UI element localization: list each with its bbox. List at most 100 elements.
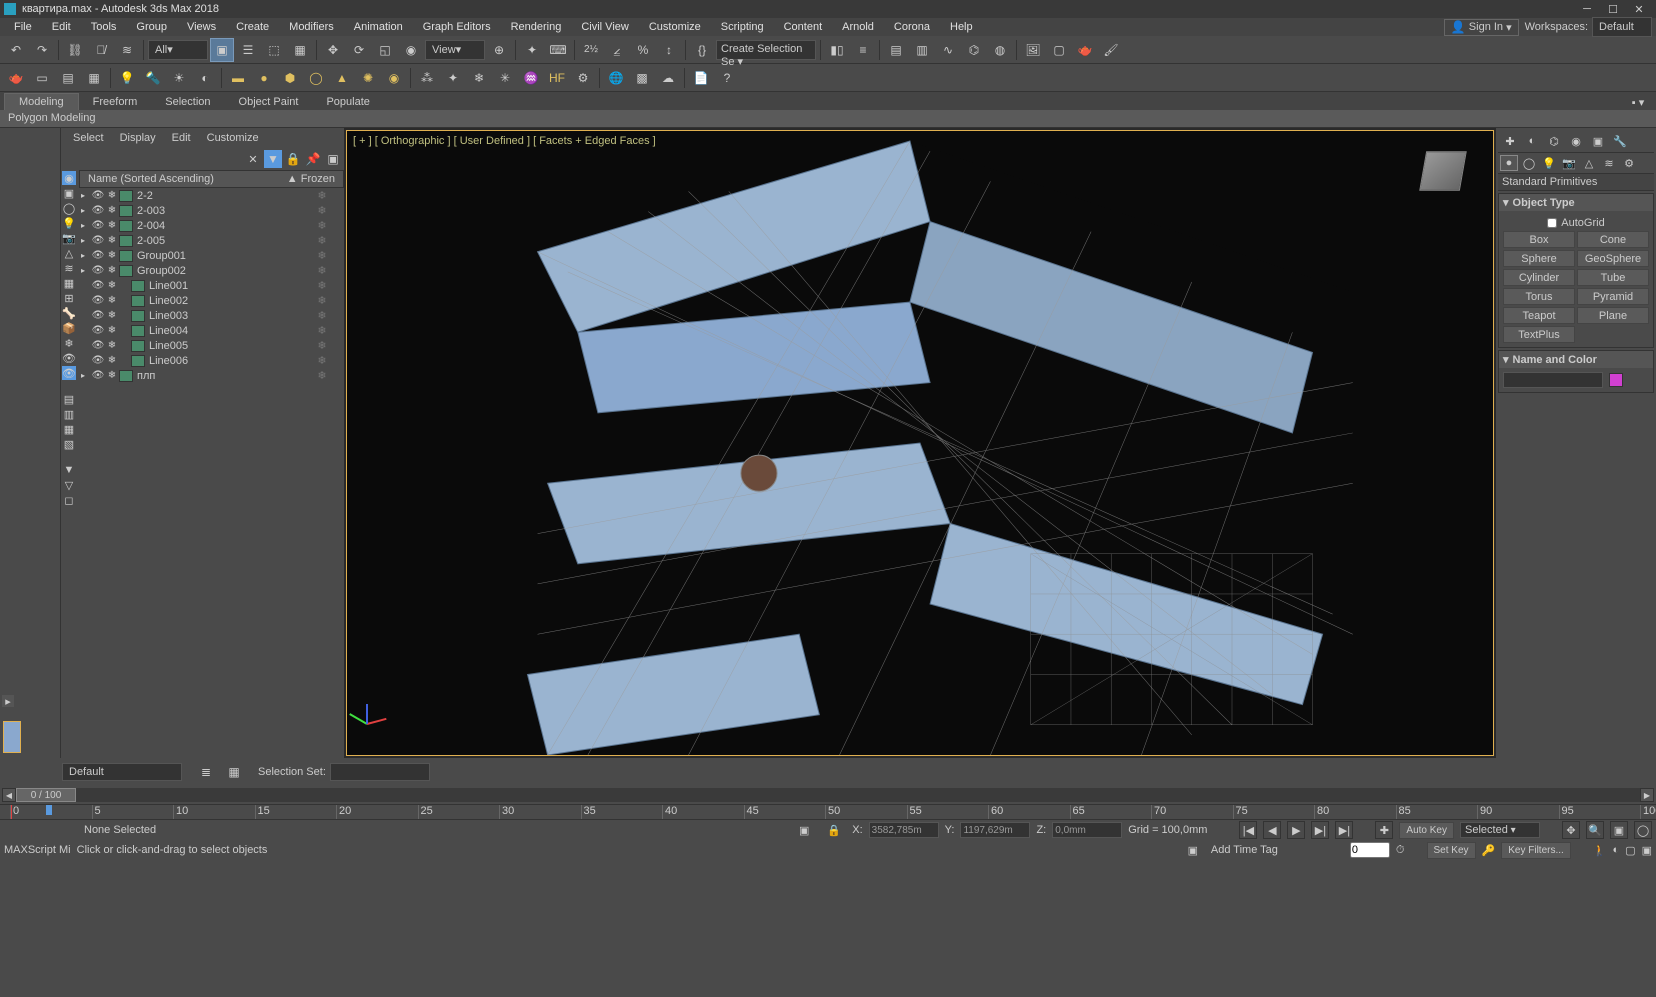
se-filter-geometry[interactable]: ▣ xyxy=(62,186,76,200)
cp-shapes-cat[interactable]: ◯ xyxy=(1520,155,1538,171)
scene-explorer-list[interactable]: ▸👁❄2-2❄▸👁❄2-003❄▸👁❄2-004❄▸👁❄2-005❄▸👁❄Gro… xyxy=(79,188,344,758)
goto-start-button[interactable]: |◀ xyxy=(1239,821,1257,839)
layer-props-button[interactable]: ▦ xyxy=(222,760,246,784)
freeze-icon[interactable]: ❄ xyxy=(105,355,119,367)
scene-explorer-row[interactable]: 👁❄Line003❄ xyxy=(79,308,344,323)
close-button[interactable]: ✕ xyxy=(1626,2,1652,16)
se-filter-button[interactable]: ▼ xyxy=(264,150,282,168)
scene-explorer-row[interactable]: ▸👁❄2-004❄ xyxy=(79,218,344,233)
rendered-frame-button[interactable]: ▢ xyxy=(1047,38,1071,62)
se-display-1[interactable]: ▤ xyxy=(62,392,76,406)
menu-edit[interactable]: Edit xyxy=(42,19,81,35)
freeze-icon[interactable]: ❄ xyxy=(105,265,119,277)
keyboard-toggle-button[interactable]: ⌨ xyxy=(546,38,570,62)
se-menu-customize[interactable]: Customize xyxy=(199,130,267,146)
spinner-snap-button[interactable]: ↕ xyxy=(657,38,681,62)
minimize-button[interactable]: ─ xyxy=(1574,2,1600,16)
menu-graph-editors[interactable]: Graph Editors xyxy=(413,19,501,35)
primitive-cone-button[interactable]: Cone xyxy=(1577,231,1649,248)
se-menu-display[interactable]: Display xyxy=(112,130,164,146)
script-button[interactable]: 📄 xyxy=(689,66,713,90)
panel3-button[interactable]: ▦ xyxy=(82,66,106,90)
time-tag-button[interactable]: ▣ xyxy=(1181,838,1205,862)
window-crossing-button[interactable]: ▦ xyxy=(288,38,312,62)
maximize-button[interactable]: ☐ xyxy=(1600,2,1626,16)
nav-zoomext-button[interactable]: ▣ xyxy=(1610,821,1628,839)
direct-light-button[interactable]: ◐ xyxy=(193,66,217,90)
se-display-2[interactable]: ▥ xyxy=(62,407,76,421)
rollout-object-type-header[interactable]: ▾ Object Type xyxy=(1499,194,1653,211)
cp-display-set[interactable]: ▣ xyxy=(1588,132,1608,150)
panel2-button[interactable]: ▤ xyxy=(56,66,80,90)
nav-zoom-button[interactable]: 🔍 xyxy=(1586,821,1604,839)
cp-lights-cat[interactable]: 💡 xyxy=(1540,155,1558,171)
expand-icon[interactable]: ▸ xyxy=(81,221,91,230)
mini-expand-button[interactable]: ▸ xyxy=(2,695,14,707)
time-slider-handle[interactable]: 0 / 100 xyxy=(16,788,76,802)
render-button[interactable]: 🫖 xyxy=(1073,38,1097,62)
se-filter-xrefs[interactable]: ⊞ xyxy=(62,291,76,305)
workspace-dropdown[interactable]: Default xyxy=(1592,17,1652,37)
autokey-button[interactable]: Auto Key xyxy=(1399,822,1454,839)
object-name-input[interactable] xyxy=(1503,372,1603,388)
cp-motion-set[interactable]: ◉ xyxy=(1566,132,1586,150)
prev-frame-button[interactable]: ◀ xyxy=(1263,821,1281,839)
use-pivot-button[interactable]: ⊕ xyxy=(487,38,511,62)
primitive-cylinder-button[interactable]: Cylinder xyxy=(1503,269,1575,286)
scene-explorer-row[interactable]: ▸👁❄2-2❄ xyxy=(79,188,344,203)
isolate-button[interactable]: ▣ xyxy=(792,818,816,842)
viewcube[interactable] xyxy=(1413,141,1473,201)
visibility-icon[interactable]: 👁 xyxy=(91,370,105,382)
se-filter-spacewarps[interactable]: ≋ xyxy=(62,261,76,275)
select-region-button[interactable]: ⬚ xyxy=(262,38,286,62)
se-col-name[interactable]: Name (Sorted Ascending) xyxy=(84,173,283,185)
cp-systems-cat[interactable]: ⚙ xyxy=(1620,155,1638,171)
scene-explorer-row[interactable]: 👁❄Line004❄ xyxy=(79,323,344,338)
placement-button[interactable]: ◉ xyxy=(399,38,423,62)
sky-button[interactable]: ☁ xyxy=(656,66,680,90)
nav-max-button[interactable]: ▢ xyxy=(1625,844,1635,857)
time-config-button[interactable]: ⏱ xyxy=(1396,844,1405,857)
key-target-dropdown[interactable]: Selected ▾ xyxy=(1460,822,1540,838)
rotate-button[interactable]: ⟳ xyxy=(347,38,371,62)
portal-button[interactable]: ▩ xyxy=(630,66,654,90)
cp-subcategory-dropdown[interactable]: Standard Primitives xyxy=(1498,174,1654,191)
primitive-textplus-button[interactable]: TextPlus xyxy=(1503,326,1575,343)
scene-explorer-row[interactable]: ▸👁❄плп❄ xyxy=(79,368,344,383)
autogrid-checkbox[interactable] xyxy=(1547,218,1557,228)
help-button[interactable]: ? xyxy=(715,66,739,90)
se-filter-shapes[interactable]: ◯ xyxy=(62,201,76,215)
ribbon-tab-freeform[interactable]: Freeform xyxy=(79,94,152,110)
freeze-icon[interactable]: ❄ xyxy=(105,220,119,232)
mirror-button[interactable]: ▮▯ xyxy=(825,38,849,62)
viewport[interactable]: [ + ] [ Orthographic ] [ User Defined ] … xyxy=(346,130,1494,756)
nav-pan-button[interactable]: ✥ xyxy=(1562,821,1580,839)
box-prim-button[interactable]: ▬ xyxy=(226,66,250,90)
freeze-icon[interactable]: ❄ xyxy=(105,250,119,262)
nav-fov-button[interactable]: ◐ xyxy=(1613,844,1620,856)
percent-snap-button[interactable]: % xyxy=(631,38,655,62)
gear-prim-button[interactable]: ⚙ xyxy=(571,66,595,90)
setkey-key-button[interactable]: 🔑 xyxy=(1482,844,1496,857)
visibility-icon[interactable]: 👁 xyxy=(91,355,105,367)
ribbon-tab-selection[interactable]: Selection xyxy=(151,94,224,110)
primitive-pyramid-button[interactable]: Pyramid xyxy=(1577,288,1649,305)
light-bulb-button[interactable]: 💡 xyxy=(115,66,139,90)
spot-light-button[interactable]: 🔦 xyxy=(141,66,165,90)
primitive-box-button[interactable]: Box xyxy=(1503,231,1575,248)
time-prev-button[interactable]: ◀ xyxy=(2,788,16,802)
angle-snap-button[interactable]: ⦤ xyxy=(605,38,629,62)
primitive-tube-button[interactable]: Tube xyxy=(1577,269,1649,286)
undo-button[interactable]: ↶ xyxy=(4,38,28,62)
se-lock-button[interactable]: 🔒 xyxy=(284,150,302,168)
cp-geometry-cat[interactable]: ● xyxy=(1500,155,1518,171)
se-filter-eye[interactable]: 👁 xyxy=(62,366,76,380)
menu-customize[interactable]: Customize xyxy=(639,19,711,35)
time-slider[interactable]: ◀ 0 / 100 ▶ xyxy=(0,786,1656,804)
sign-in-button[interactable]: 👤 Sign In ▾ xyxy=(1444,19,1519,36)
maxscript-listener[interactable]: MAXScript Mi xyxy=(4,844,71,856)
scene-explorer-row[interactable]: ▸👁❄2-005❄ xyxy=(79,233,344,248)
se-pin-button[interactable]: 📌 xyxy=(304,150,322,168)
sphere-prim-button[interactable]: ● xyxy=(252,66,276,90)
visibility-icon[interactable]: 👁 xyxy=(91,235,105,247)
